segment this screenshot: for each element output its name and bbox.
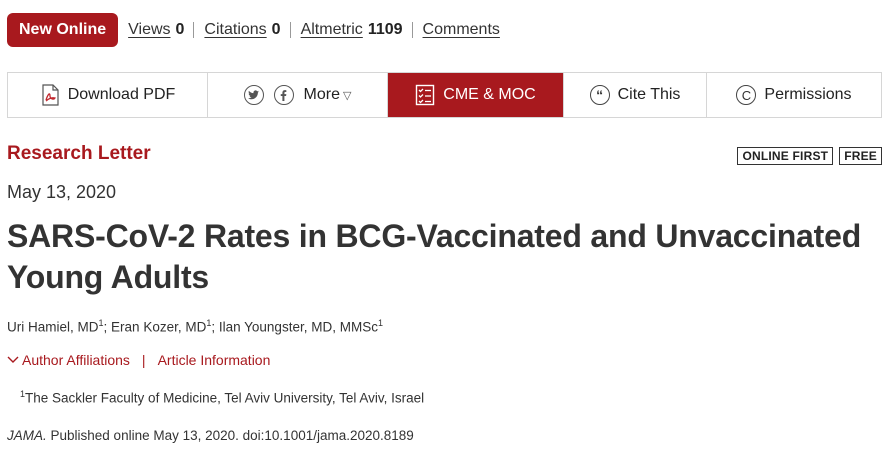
article-title: SARS-CoV-2 Rates in BCG-Vaccinated and U…: [7, 218, 862, 295]
citations-count: 0: [271, 21, 281, 38]
journal-name: JAMA.: [7, 428, 47, 443]
pdf-icon: [40, 84, 60, 106]
article-tags: ONLINE FIRST FREE: [737, 147, 882, 165]
author-name[interactable]: Ilan Youngster, MD, MMSc: [219, 320, 378, 335]
checklist-icon: [415, 84, 435, 106]
article-type[interactable]: Research Letter: [7, 143, 151, 165]
facebook-icon[interactable]: [273, 85, 294, 105]
divider: [289, 22, 291, 38]
views-label[interactable]: Views: [128, 21, 170, 39]
chevron-down-icon: [7, 353, 19, 367]
altmetric-score: 1109: [367, 21, 403, 38]
views-metric[interactable]: Views 0: [128, 21, 184, 39]
metrics-bar: New Online Views 0 Citations 0 Altmetric…: [7, 12, 500, 48]
publication-date: May 13, 2020: [7, 182, 117, 202]
divider: |: [141, 352, 146, 368]
altmetric-label[interactable]: Altmetric: [301, 21, 363, 39]
cme-moc-button[interactable]: CME & MOC: [388, 73, 564, 117]
online-first-badge: ONLINE FIRST: [737, 147, 834, 165]
affiliation: 1The Sackler Faculty of Medicine, Tel Av…: [20, 389, 424, 406]
permissions-label: Permissions: [764, 86, 852, 103]
more-label: More: [303, 86, 340, 103]
free-badge: FREE: [839, 147, 882, 165]
author-affiliation-sup: 1: [377, 318, 383, 328]
citations-metric[interactable]: Citations 0: [204, 21, 280, 39]
download-pdf-button[interactable]: Download PDF: [8, 73, 208, 117]
article-links: Author Affiliations | Article Informatio…: [7, 352, 270, 368]
author-affiliations-link[interactable]: Author Affiliations: [22, 352, 130, 368]
quote-icon: “: [589, 85, 610, 105]
altmetric-metric[interactable]: Altmetric 1109: [301, 21, 403, 39]
article-toolbar: Download PDF More ▽ CME & MOC “ Cite Thi…: [7, 72, 882, 118]
cite-this-label: Cite This: [617, 86, 681, 103]
download-pdf-label: Download PDF: [67, 86, 176, 103]
comments-metric[interactable]: Comments: [423, 21, 500, 39]
author-separator: ;: [211, 319, 219, 335]
divider: [411, 22, 413, 38]
author-list: Uri Hamiel, MD1; Eran Kozer, MD1; Ilan Y…: [7, 318, 383, 335]
permissions-button[interactable]: C Permissions: [707, 73, 881, 117]
citations-label[interactable]: Citations: [204, 21, 266, 39]
cme-moc-label: CME & MOC: [443, 86, 536, 103]
views-count: 0: [175, 21, 185, 38]
article-information-link[interactable]: Article Information: [158, 352, 271, 368]
twitter-icon[interactable]: [243, 85, 264, 105]
comments-link[interactable]: Comments: [423, 21, 500, 39]
new-online-badge[interactable]: New Online: [7, 13, 119, 47]
divider: [193, 22, 195, 38]
citation-text: Published online May 13, 2020. doi:10.10…: [46, 428, 414, 443]
share-menu[interactable]: More ▽: [208, 73, 388, 117]
citation-line: JAMA. Published online May 13, 2020. doi…: [7, 428, 414, 443]
chevron-down-icon: ▽: [342, 89, 352, 102]
author-name[interactable]: Uri Hamiel, MD: [7, 320, 99, 335]
cite-this-button[interactable]: “ Cite This: [564, 73, 707, 117]
author-name[interactable]: Eran Kozer, MD: [111, 320, 206, 335]
copyright-icon: C: [736, 85, 757, 105]
author-separator: ;: [103, 319, 112, 335]
affiliation-text: The Sackler Faculty of Medicine, Tel Avi…: [25, 390, 425, 406]
